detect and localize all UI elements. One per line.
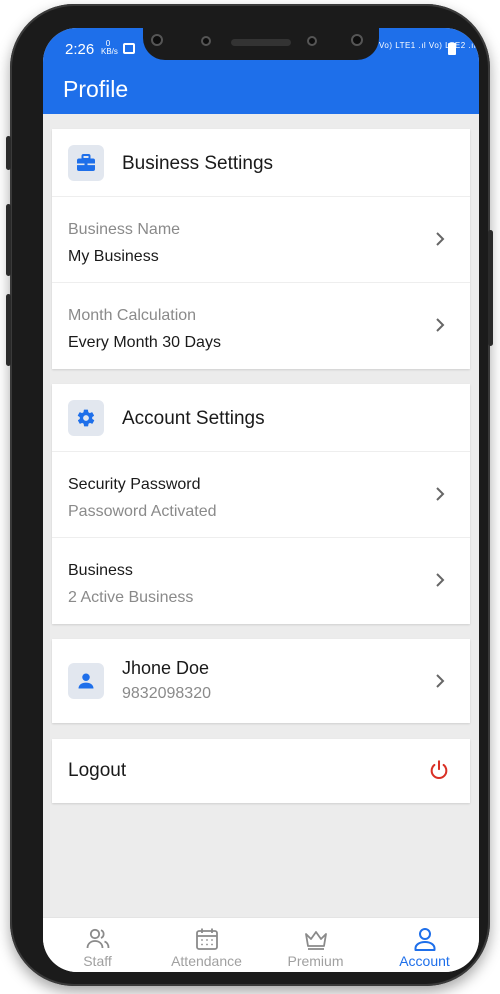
nav-premium[interactable]: Premium <box>261 918 370 972</box>
power-icon[interactable] <box>428 759 450 781</box>
side-button-top <box>6 136 11 170</box>
camera-notch <box>143 28 379 60</box>
front-camera-icon <box>307 36 317 46</box>
chevron-right-icon <box>436 318 445 332</box>
side-button-volume-down <box>6 294 11 366</box>
calendar-icon <box>195 928 218 950</box>
logout-label: Logout <box>68 760 127 781</box>
user-phone: 9832098320 <box>122 685 211 702</box>
nav-attendance-label: Attendance <box>171 953 242 969</box>
month-calculation-value: Every Month 30 Days <box>68 334 221 351</box>
user-profile-card[interactable]: Jhone Doe 9832098320 <box>52 639 470 723</box>
security-password-status: Passoword Activated <box>68 503 217 520</box>
page-title: Profile <box>63 76 129 102</box>
status-network: Vo) LTE1 .ıl Vo) LTE2 .ıl <box>379 41 477 50</box>
nav-account-label: Account <box>399 953 450 969</box>
battery-icon <box>448 43 456 55</box>
business-name-row[interactable]: Business Name My Business <box>52 197 470 283</box>
month-calculation-label: Month Calculation <box>68 307 197 324</box>
side-button-volume-up <box>6 204 11 276</box>
active-business-count: 2 Active Business <box>68 589 194 606</box>
gallery-notification-icon <box>123 43 135 54</box>
account-settings-header: Account Settings <box>52 384 470 452</box>
chevron-right-icon <box>436 674 445 688</box>
nav-attendance[interactable]: Attendance <box>152 918 261 972</box>
briefcase-icon <box>68 145 104 181</box>
business-settings-header: Business Settings <box>52 129 470 197</box>
business-settings-card: Business Settings Business Name My Busin… <box>52 129 470 369</box>
crown-icon <box>304 931 327 950</box>
security-password-title: Security Password <box>68 476 201 493</box>
status-data-speed: 0 KB/s <box>101 39 118 56</box>
nav-staff[interactable]: Staff <box>43 918 152 972</box>
account-settings-title: Account Settings <box>122 408 265 429</box>
chevron-right-icon <box>436 232 445 246</box>
gear-icon <box>68 400 104 436</box>
side-button-power <box>488 230 493 346</box>
person-icon <box>68 663 104 699</box>
security-password-row[interactable]: Security Password Passoword Activated <box>52 452 470 538</box>
nav-premium-label: Premium <box>287 953 344 969</box>
business-name-label: Business Name <box>68 221 181 238</box>
nav-account[interactable]: Account <box>370 918 479 972</box>
chevron-right-icon <box>436 487 445 501</box>
nav-staff-label: Staff <box>83 953 112 969</box>
logout-card[interactable]: Logout <box>52 739 470 803</box>
status-time: 2:26 <box>65 41 95 58</box>
people-icon <box>86 928 109 949</box>
business-row[interactable]: Business 2 Active Business <box>52 538 470 624</box>
account-icon <box>414 928 435 951</box>
month-calculation-row[interactable]: Month Calculation Every Month 30 Days <box>52 283 470 369</box>
bottom-navigation: Staff Attendance Premium Account <box>43 917 479 972</box>
earpiece-speaker <box>231 39 291 46</box>
account-settings-card: Account Settings Security Password Passo… <box>52 384 470 624</box>
sensor-icon <box>201 36 211 46</box>
business-title: Business <box>68 562 133 579</box>
business-name-value: My Business <box>68 248 159 265</box>
user-name: Jhone Doe <box>122 658 210 678</box>
chevron-right-icon <box>436 573 445 587</box>
app-bar: 2:26 0 KB/s Vo) LTE1 .ıl Vo) LTE2 .ıl Pr… <box>43 28 479 114</box>
proximity-sensor-icon <box>351 34 363 46</box>
phone-frame: 2:26 0 KB/s Vo) LTE1 .ıl Vo) LTE2 .ıl Pr… <box>6 4 493 986</box>
camera-icon <box>151 34 163 46</box>
business-settings-title: Business Settings <box>122 153 274 174</box>
phone-screen: 2:26 0 KB/s Vo) LTE1 .ıl Vo) LTE2 .ıl Pr… <box>43 28 479 972</box>
